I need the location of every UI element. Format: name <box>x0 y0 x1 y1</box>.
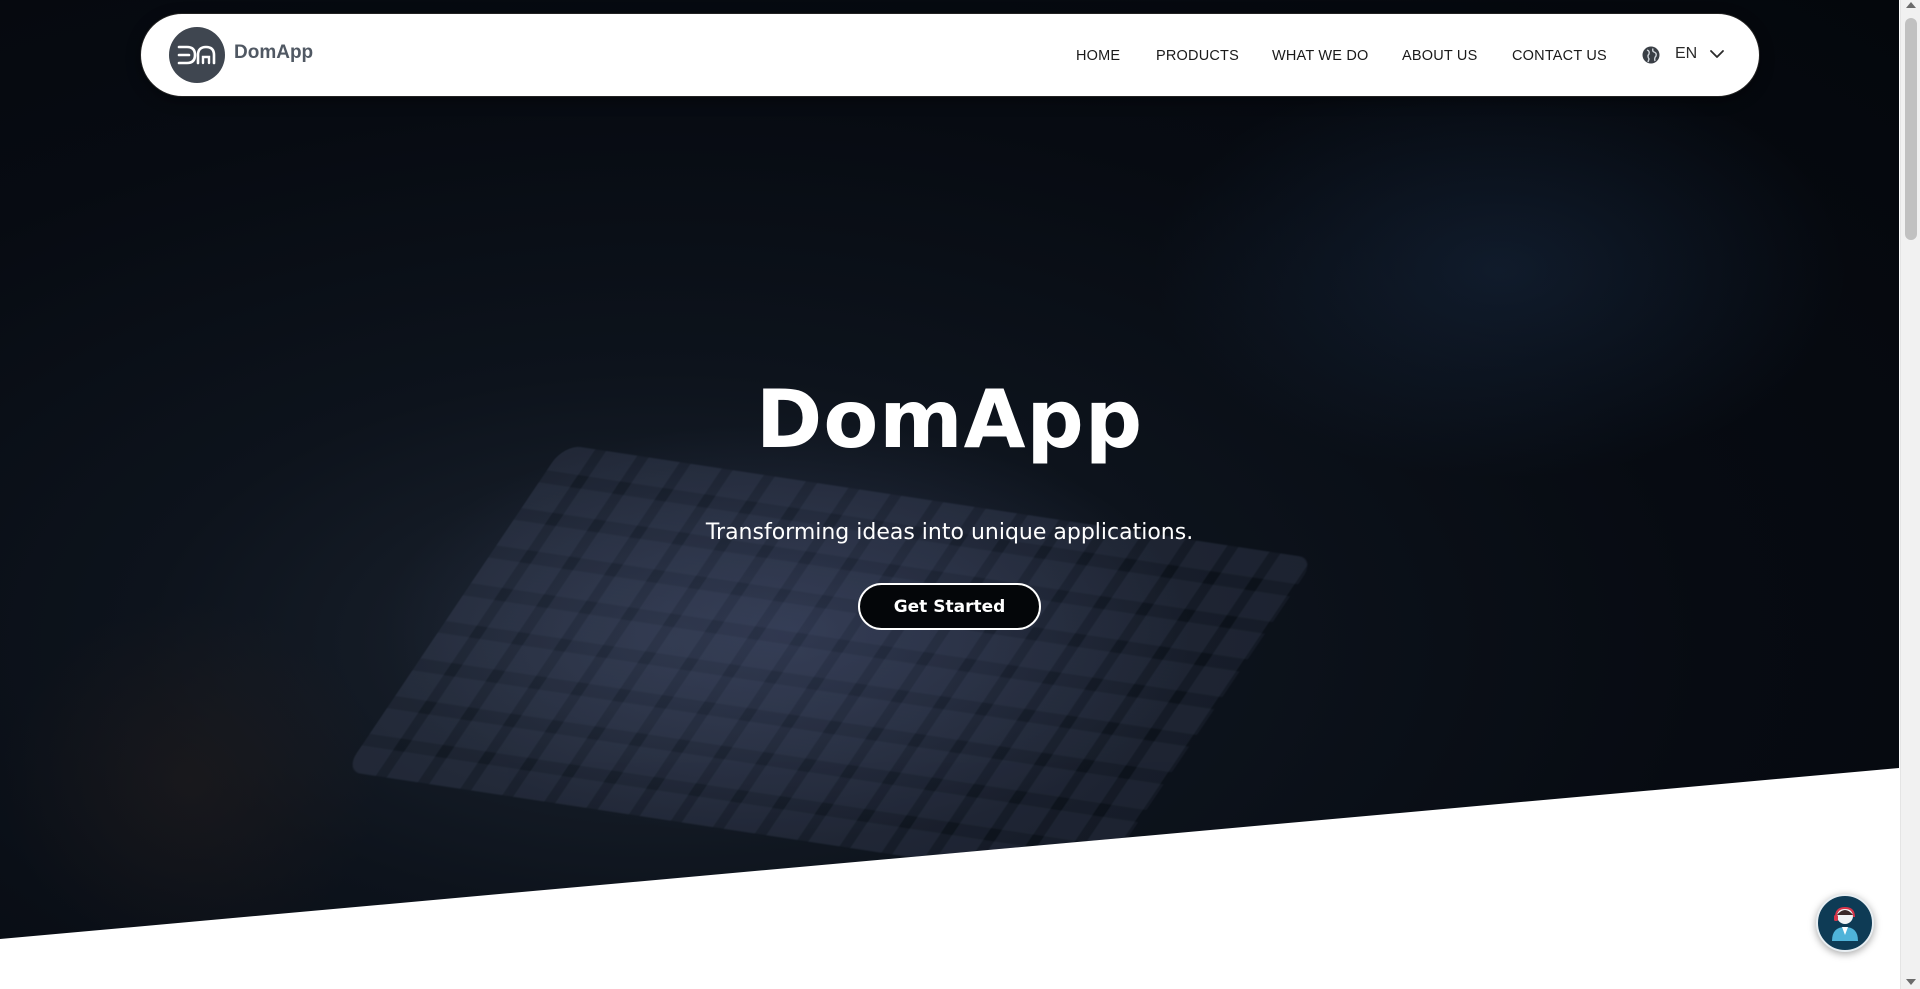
hero-section <box>0 0 1899 939</box>
navbar: DomApp HOME PRODUCTS WHAT WE DO ABOUT US… <box>140 13 1760 97</box>
support-agent-icon <box>1832 906 1858 941</box>
hero-title: DomApp <box>755 373 1144 466</box>
da-monogram-icon <box>177 45 216 65</box>
nav-item-products[interactable]: PRODUCTS <box>1156 48 1239 64</box>
globe-icon[interactable] <box>1641 45 1661 65</box>
nav-item-about-us[interactable]: ABOUT US <box>1402 48 1477 64</box>
brand-name[interactable]: DomApp <box>234 42 313 64</box>
scrollbar-thumb[interactable] <box>1905 18 1917 240</box>
nav-item-home[interactable]: HOME <box>1076 48 1120 64</box>
get-started-button[interactable]: Get Started <box>858 583 1041 630</box>
logo[interactable] <box>169 27 225 83</box>
nav-item-what-we-do[interactable]: WHAT WE DO <box>1272 48 1369 64</box>
hero-background-glow <box>0 600 380 939</box>
page-scrollbar[interactable] <box>1900 0 1920 989</box>
scroll-up-arrow-icon[interactable] <box>1906 2 1916 8</box>
chevron-down-icon[interactable] <box>1709 48 1725 60</box>
hero-subtitle: Transforming ideas into unique applicati… <box>705 520 1194 545</box>
chat-widget-button[interactable] <box>1816 894 1874 952</box>
scroll-down-arrow-icon[interactable] <box>1906 979 1916 985</box>
nav-item-contact-us[interactable]: CONTACT US <box>1512 48 1607 64</box>
language-selector[interactable]: EN <box>1675 45 1697 63</box>
